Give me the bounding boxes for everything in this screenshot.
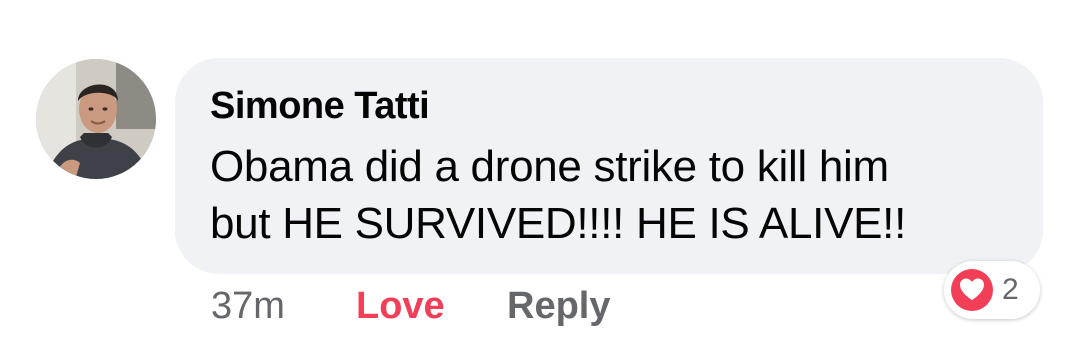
- reaction-count: 2: [1002, 273, 1019, 306]
- comment: Simone Tatti Obama did a drone strike to…: [0, 0, 1080, 360]
- reply-button[interactable]: Reply: [507, 283, 610, 329]
- heart-icon: [951, 269, 993, 311]
- reactions-badge[interactable]: 2: [944, 261, 1040, 319]
- love-button[interactable]: Love: [356, 283, 445, 329]
- comment-bubble: Simone Tatti Obama did a drone strike to…: [175, 58, 1043, 274]
- comment-timestamp[interactable]: 37m: [211, 283, 285, 329]
- comment-text: Obama did a drone strike to kill him but…: [210, 138, 1010, 252]
- comment-text-line: Obama did a drone strike to kill him: [210, 142, 889, 191]
- comment-text-line: but HE SURVIVED!!!! HE IS ALIVE!!: [210, 199, 907, 248]
- comment-author[interactable]: Simone Tatti: [210, 85, 430, 128]
- avatar[interactable]: [36, 59, 156, 179]
- avatar-photo-icon: [36, 59, 156, 179]
